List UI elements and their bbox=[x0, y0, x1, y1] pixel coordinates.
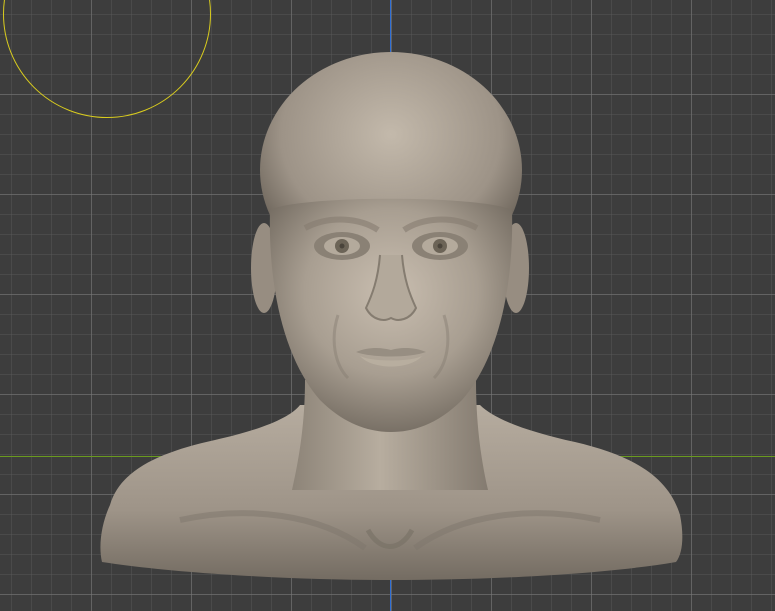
left-pupil bbox=[339, 243, 345, 249]
right-pupil bbox=[437, 243, 443, 249]
3d-viewport[interactable] bbox=[0, 0, 775, 611]
